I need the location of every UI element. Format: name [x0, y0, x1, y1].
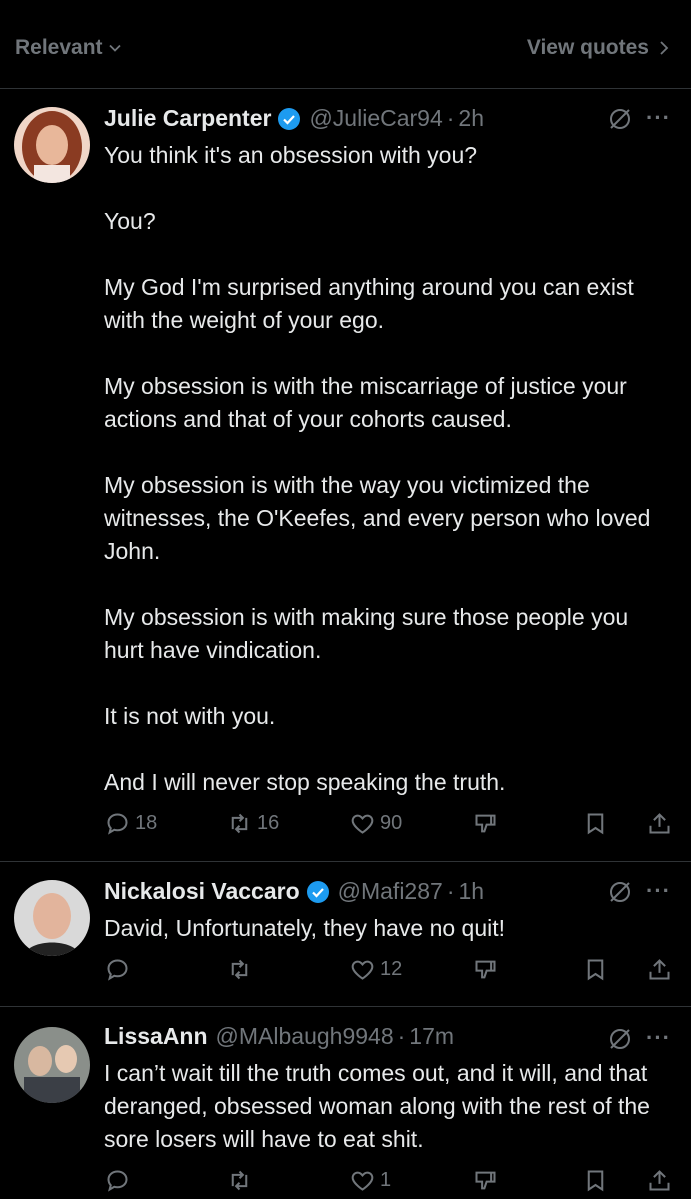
tweet[interactable]: LissaAnn @MAlbaugh9948 · 17m ··· I can’t…	[0, 1007, 691, 1199]
separator-dot: ·	[446, 878, 455, 904]
bookmark-button[interactable]	[582, 810, 609, 837]
tweet-actions: 12	[104, 956, 674, 986]
separator-dot: ·	[397, 1023, 406, 1049]
tweet-actions: 1	[104, 1167, 674, 1197]
author-handle[interactable]: @JulieCar94	[309, 105, 442, 132]
repost-button[interactable]	[226, 956, 257, 983]
bookmark-icon	[587, 813, 604, 835]
reply-icon	[107, 813, 128, 835]
like-button[interactable]: 1	[349, 1167, 391, 1194]
tweet-header: LissaAnn @MAlbaugh9948 · 17m	[104, 1023, 454, 1050]
heart-icon	[351, 814, 374, 834]
grok-icon[interactable]	[607, 879, 633, 905]
avatar[interactable]	[14, 1027, 90, 1103]
repost-icon	[231, 959, 248, 980]
tweet-text: David, Unfortunately, they have no quit!	[104, 915, 506, 941]
reply-button[interactable]	[104, 1167, 135, 1194]
dislike-button[interactable]	[472, 956, 499, 983]
reply-icon	[107, 1170, 128, 1192]
dislike-icon	[475, 814, 496, 833]
bookmark-button[interactable]	[582, 956, 609, 983]
like-count: 90	[380, 812, 403, 834]
author-handle[interactable]: @MAlbaugh9948	[216, 1023, 394, 1050]
dislike-button[interactable]	[472, 1167, 499, 1194]
bookmark-icon	[587, 1170, 604, 1192]
author-handle[interactable]: @Mafi287	[338, 878, 443, 905]
more-options-icon[interactable]: ···	[646, 105, 671, 131]
share-button[interactable]	[646, 1167, 673, 1194]
share-button[interactable]	[646, 810, 673, 837]
author-name[interactable]: Julie Carpenter	[104, 105, 271, 132]
more-options-icon[interactable]: ···	[646, 1025, 671, 1051]
bookmark-icon	[587, 959, 604, 981]
reply-icon	[107, 959, 128, 981]
timestamp[interactable]: 2h	[458, 105, 484, 132]
share-icon	[649, 959, 670, 980]
repost-button[interactable]	[226, 1167, 257, 1194]
dislike-button[interactable]	[472, 810, 499, 837]
tweet-actions: 18 16 90	[104, 810, 674, 840]
reply-sort-bar: Relevant View quotes	[0, 0, 691, 89]
dislike-icon	[475, 1171, 496, 1190]
bookmark-button[interactable]	[582, 1167, 609, 1194]
reply-button[interactable]	[104, 956, 135, 983]
timestamp[interactable]: 1h	[458, 878, 484, 905]
reply-button[interactable]: 18	[104, 810, 157, 837]
tweet-text: You think it's an obsession with you? Yo…	[104, 142, 651, 795]
heart-icon	[351, 960, 374, 980]
tweet-header: Julie Carpenter @JulieCar94 · 2h	[104, 105, 484, 132]
view-quotes-label: View quotes	[526, 36, 649, 59]
reply-count: 18	[135, 812, 158, 834]
dislike-icon	[475, 960, 496, 979]
share-icon	[649, 1170, 670, 1191]
like-count: 1	[380, 1169, 392, 1191]
share-icon	[649, 813, 670, 834]
tweet-text: I can’t wait till the truth comes out, a…	[104, 1060, 650, 1152]
grok-icon[interactable]	[607, 106, 633, 132]
repost-button[interactable]: 16	[226, 810, 279, 837]
repost-icon	[231, 1170, 248, 1191]
like-button[interactable]: 90	[349, 810, 402, 837]
tweet-header: Nickalosi Vaccaro @Mafi287 · 1h	[104, 878, 484, 905]
tweet[interactable]: Julie Carpenter @JulieCar94 · 2h ··· You…	[0, 89, 691, 862]
author-name[interactable]: Nickalosi Vaccaro	[104, 878, 300, 905]
sort-dropdown[interactable]: Relevant	[15, 36, 123, 60]
timestamp[interactable]: 17m	[409, 1023, 454, 1050]
repost-icon	[231, 813, 248, 834]
grok-icon[interactable]	[607, 1026, 633, 1052]
separator-dot: ·	[446, 105, 455, 131]
more-options-icon[interactable]: ···	[646, 878, 671, 904]
avatar[interactable]	[14, 107, 90, 183]
repost-count: 16	[257, 812, 280, 834]
verified-badge-icon	[278, 107, 301, 130]
like-button[interactable]: 12	[349, 956, 402, 983]
view-quotes-link[interactable]: View quotes	[527, 36, 671, 60]
tweet[interactable]: Nickalosi Vaccaro @Mafi287 · 1h ··· Davi…	[0, 862, 691, 1007]
verified-badge-icon	[306, 880, 329, 903]
share-button[interactable]	[646, 956, 673, 983]
sort-label: Relevant	[15, 36, 103, 59]
chevron-right-icon	[660, 41, 669, 55]
heart-icon	[351, 1171, 374, 1191]
like-count: 12	[380, 958, 403, 980]
author-name[interactable]: LissaAnn	[104, 1023, 208, 1050]
avatar[interactable]	[14, 880, 90, 956]
chevron-down-icon	[108, 44, 121, 52]
